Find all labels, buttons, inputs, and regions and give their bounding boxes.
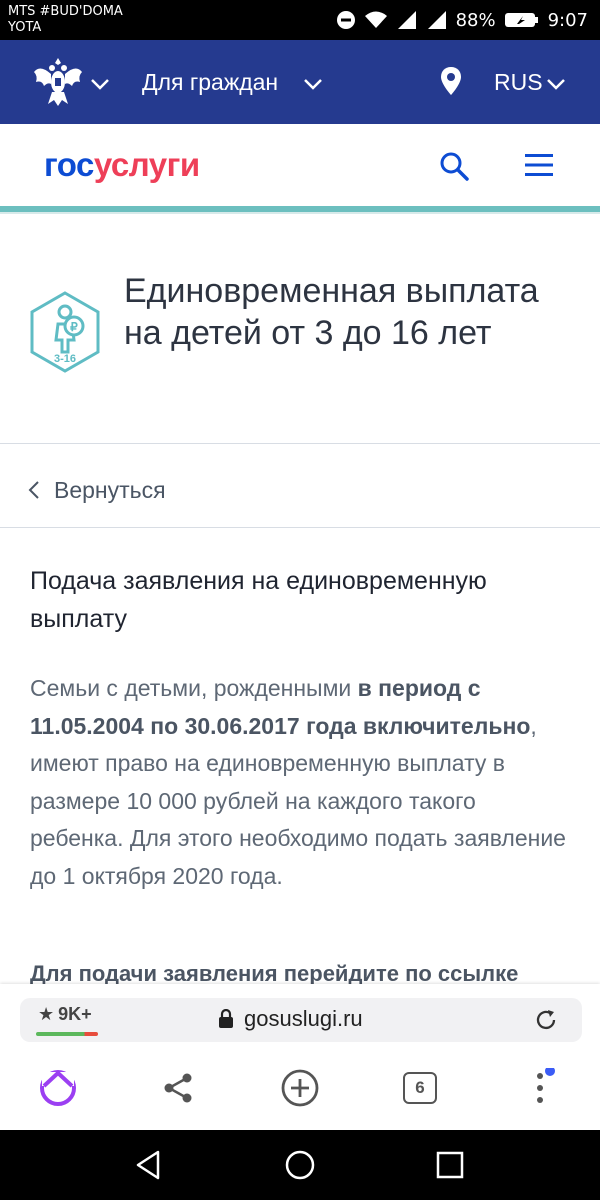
reload-icon[interactable] xyxy=(534,1008,558,1032)
new-tab-button[interactable] xyxy=(280,1068,320,1108)
chevron-down-icon[interactable] xyxy=(546,78,566,90)
application-link-text: Для подачи заявления перейдите по ссылке xyxy=(30,961,519,986)
location-pin-icon[interactable] xyxy=(440,66,462,96)
do-not-disturb-icon xyxy=(336,11,355,29)
wifi-icon xyxy=(364,11,387,28)
battery-percent: 88% xyxy=(455,9,496,31)
language-selector[interactable]: RUS xyxy=(494,66,543,98)
info-paragraph: Семьи с детьми, рожденными в период с 11… xyxy=(30,670,575,895)
divider xyxy=(0,527,600,528)
logo-part-2: услуги xyxy=(93,146,200,183)
search-icon[interactable] xyxy=(438,150,470,182)
paragraph-text-1: Семьи с детьми, рожденными xyxy=(30,675,358,701)
status-icons: 88% 9:07 xyxy=(336,8,588,32)
signal-icon-2 xyxy=(427,11,446,29)
lock-icon xyxy=(219,1009,233,1028)
browser-toolbar: ★ 9K+ gosuslugi.ru 6 xyxy=(0,984,600,1130)
chevron-down-icon[interactable] xyxy=(90,78,110,90)
tabs-count: 6 xyxy=(415,1078,425,1097)
signal-icon xyxy=(397,11,416,29)
tabs-button[interactable]: 6 xyxy=(400,1068,440,1108)
rating-value: 9K+ xyxy=(58,1004,92,1024)
divider xyxy=(0,443,600,444)
tabs-count-badge: 6 xyxy=(403,1072,437,1104)
carrier-info: MTS #BUD'DOMA YOTA xyxy=(8,4,123,36)
icon-age-label: 3-16 xyxy=(54,353,76,365)
carrier-line-2: YOTA xyxy=(8,20,42,35)
page-title: Единовременная выплата на детей от 3 до … xyxy=(124,272,539,352)
logo-part-1: гос xyxy=(44,146,94,183)
star-icon: ★ xyxy=(38,1004,55,1024)
alice-icon xyxy=(40,1070,76,1106)
url-text: gosuslugi.ru xyxy=(244,1006,363,1031)
recents-square-icon[interactable] xyxy=(433,1148,467,1182)
alice-assistant-button[interactable] xyxy=(38,1068,78,1108)
coat-of-arms-icon[interactable] xyxy=(30,54,86,110)
child-ruble-icon: ₽ 3-16 xyxy=(30,291,100,373)
carrier-line-1: MTS #BUD'DOMA xyxy=(8,4,123,19)
url-display[interactable]: gosuslugi.ru xyxy=(218,1006,363,1032)
citizens-menu[interactable]: Для граждан xyxy=(142,66,278,98)
language-label: RUS xyxy=(494,69,543,95)
share-icon xyxy=(164,1073,192,1103)
android-nav-bar xyxy=(0,1130,600,1200)
chevron-left-icon xyxy=(28,481,39,499)
more-vertical-icon xyxy=(537,1068,555,1103)
status-bar: MTS #BUD'DOMA YOTA 88% 9:07 xyxy=(0,0,600,40)
section-title: Подача заявления на единовременную выпла… xyxy=(30,567,487,633)
home-circle-icon[interactable] xyxy=(283,1148,317,1182)
gosuslugi-logo[interactable]: госуслуги xyxy=(44,146,200,184)
chevron-down-icon[interactable] xyxy=(303,78,323,90)
rating-bar xyxy=(36,1032,98,1036)
top-nav: Для граждан RUS xyxy=(0,40,600,124)
battery-icon xyxy=(504,13,538,27)
browser-menu-button[interactable] xyxy=(520,1068,560,1108)
back-link-label: Вернуться xyxy=(54,476,166,503)
hamburger-menu-icon[interactable] xyxy=(524,152,554,178)
citizens-menu-label: Для граждан xyxy=(142,69,279,95)
svg-text:₽: ₽ xyxy=(70,320,78,334)
back-triangle-icon[interactable] xyxy=(132,1148,166,1182)
header-accent-line-shadow xyxy=(0,212,600,214)
share-button[interactable] xyxy=(158,1068,198,1108)
address-bar[interactable]: ★ 9K+ gosuslugi.ru xyxy=(20,998,582,1042)
plus-circle-icon xyxy=(281,1069,319,1107)
clock: 9:07 xyxy=(547,9,588,31)
site-rating[interactable]: ★ 9K+ xyxy=(38,1004,92,1025)
site-header: госуслуги xyxy=(0,124,600,206)
back-link[interactable]: Вернуться xyxy=(28,472,166,508)
